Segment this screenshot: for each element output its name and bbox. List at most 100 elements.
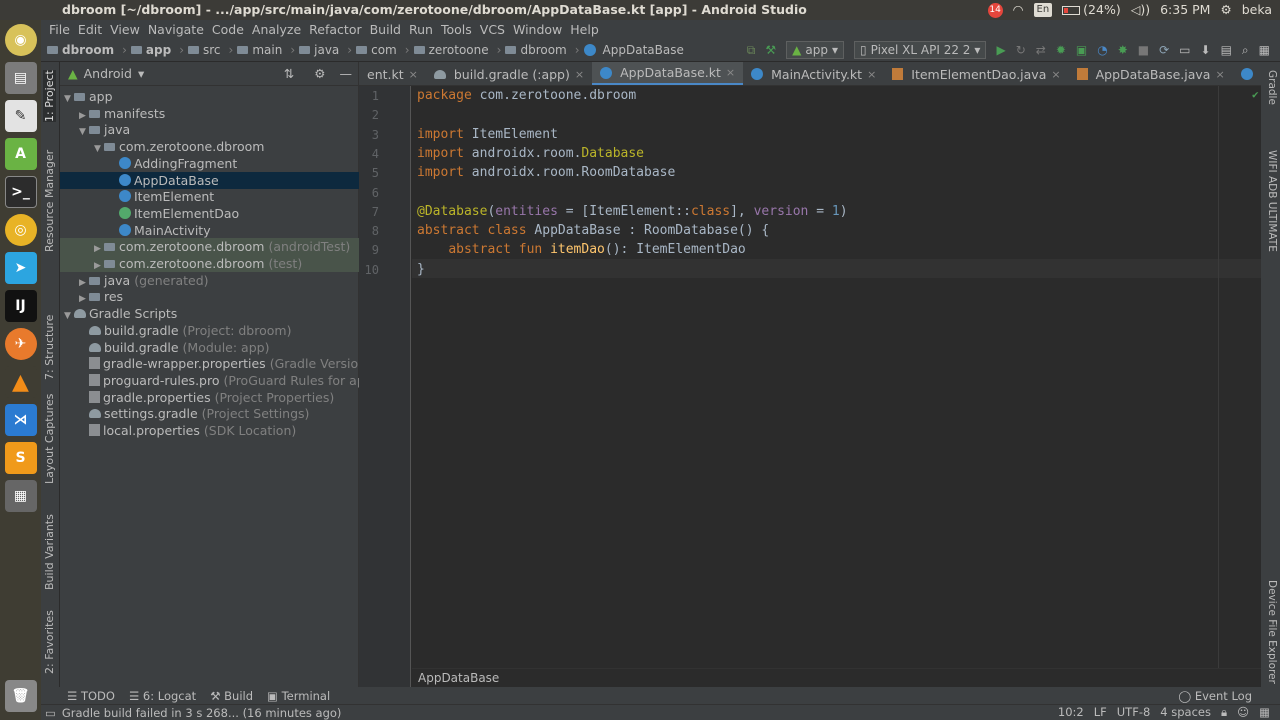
tree-item[interactable]: ▼ java xyxy=(60,121,359,138)
tool-window-device-file-explorer[interactable]: Device File Explorer xyxy=(1266,580,1278,684)
lock-icon[interactable]: 🔒︎ xyxy=(1221,705,1227,720)
tool-window-build[interactable]: ⚒ Build xyxy=(210,689,253,703)
monitor-icon[interactable]: ▦ xyxy=(1259,43,1270,57)
breadcrumb-item[interactable]: com xyxy=(371,43,397,57)
wifi-icon[interactable]: ◠ xyxy=(1013,0,1024,20)
breadcrumb-item[interactable]: AppDataBase xyxy=(603,43,684,57)
notification-badge[interactable]: 14 xyxy=(987,2,1003,18)
tree-item[interactable]: gradle-wrapper.properties (Gradle Version… xyxy=(60,355,371,372)
tool-window-project[interactable]: 1: Project xyxy=(43,70,56,122)
tool-window-terminal[interactable]: ▣ Terminal xyxy=(267,689,330,703)
attach-debugger-icon[interactable]: ✸ xyxy=(1118,43,1128,57)
tool-window-build-variants[interactable]: Build Variants xyxy=(43,514,56,590)
trash-icon[interactable]: 🗑 xyxy=(4,680,37,712)
vscode-icon[interactable]: ⋊ xyxy=(4,404,37,436)
menu-refactor[interactable]: Refactor xyxy=(305,22,365,37)
tree-item[interactable]: ▶ com.zerotoone.dbroom (androidTest) xyxy=(60,238,359,256)
run-icon[interactable]: ▶ xyxy=(996,43,1005,57)
breadcrumb-item[interactable]: dbroom xyxy=(62,43,114,57)
close-icon[interactable]: × xyxy=(726,66,735,79)
tree-item[interactable]: ▶ manifests xyxy=(60,105,359,122)
workspace-switcher-icon[interactable]: ▦ xyxy=(4,480,37,512)
sdk-manager-icon[interactable]: ⬇ xyxy=(1201,43,1211,57)
profile-icon[interactable]: ◔ xyxy=(1097,43,1107,57)
indent-setting[interactable]: 4 spaces xyxy=(1160,705,1211,720)
breadcrumb-item[interactable]: main xyxy=(252,43,282,57)
editor-tab[interactable]: ent.kt × xyxy=(359,62,426,85)
close-icon[interactable]: × xyxy=(867,68,876,81)
editor-tab[interactable]: MainActivity.kt × xyxy=(743,62,884,85)
collapse-all-icon[interactable]: ⇅ xyxy=(284,66,294,81)
tool-window-gradle[interactable]: Gradle xyxy=(1266,70,1278,105)
close-icon[interactable]: × xyxy=(409,68,418,81)
files-icon[interactable]: ▤ xyxy=(4,62,37,94)
device-select[interactable]: ▯ Pixel XL API 22 2 ▾ xyxy=(854,41,987,59)
breadcrumb-item[interactable]: java xyxy=(314,43,339,57)
editor-breadcrumb[interactable]: AppDataBase xyxy=(412,668,1261,687)
chevron-down-icon[interactable]: ▾ xyxy=(138,66,144,81)
editor-tab[interactable]: ItemElementDao.kt× xyxy=(1233,62,1261,85)
keyboard-layout[interactable]: En xyxy=(1033,3,1053,17)
search-icon[interactable]: ⌕ xyxy=(1242,43,1249,58)
memory-icon[interactable]: ▦ xyxy=(1259,705,1270,720)
android-studio-icon[interactable]: A xyxy=(4,138,37,170)
close-icon[interactable]: × xyxy=(575,68,584,81)
stop-icon[interactable]: ■ xyxy=(1138,43,1149,57)
line-separator[interactable]: LF xyxy=(1094,705,1107,720)
file-encoding[interactable]: UTF-8 xyxy=(1117,705,1151,720)
breadcrumb-item[interactable]: src xyxy=(203,43,221,57)
tree-item[interactable]: ▶ java (generated) xyxy=(60,272,359,289)
menu-code[interactable]: Code xyxy=(208,22,248,37)
project-view-select[interactable]: Android xyxy=(84,66,132,81)
editor-tab[interactable]: ItemElementDao.java × xyxy=(884,62,1068,85)
editor-tab[interactable]: build.gradle (:app) × xyxy=(426,62,592,85)
tree-item[interactable]: ▶ res xyxy=(60,288,359,305)
tree-item[interactable]: build.gradle (Project: dbroom) xyxy=(60,322,359,339)
menu-build[interactable]: Build xyxy=(366,22,405,37)
tree-item[interactable]: settings.gradle (Project Settings) xyxy=(60,405,359,422)
tool-window-structure[interactable]: 7: Structure xyxy=(43,315,56,380)
clock[interactable]: 6:35 PM xyxy=(1160,0,1210,20)
chrome-icon[interactable]: ◎ xyxy=(4,214,37,246)
event-log-button[interactable]: ◯ Event Log xyxy=(1178,689,1280,703)
coverage-icon[interactable]: ▣ xyxy=(1076,43,1087,57)
tree-item[interactable]: local.properties (SDK Location) xyxy=(60,422,359,439)
avd-manager-icon[interactable]: ▭ xyxy=(1179,43,1190,57)
tree-item[interactable]: gradle.properties (Project Properties) xyxy=(60,389,359,406)
postman-icon[interactable]: ✈ xyxy=(4,328,37,360)
menu-analyze[interactable]: Analyze xyxy=(248,22,305,37)
text-editor-icon[interactable]: ✎ xyxy=(4,100,37,132)
sync-project-icon[interactable]: ⟳ xyxy=(1159,43,1169,57)
menu-run[interactable]: Run xyxy=(405,22,437,37)
menu-file[interactable]: File xyxy=(45,22,74,37)
close-icon[interactable]: × xyxy=(1051,68,1060,81)
status-message[interactable]: Gradle build failed in 3 s 268... (16 mi… xyxy=(62,706,342,720)
cast-icon[interactable]: ⧉ xyxy=(747,43,756,58)
tool-window-logcat[interactable]: ☰ 6: Logcat xyxy=(129,689,196,703)
user-name[interactable]: beka xyxy=(1242,0,1272,20)
tree-item[interactable]: ▼ Gradle Scripts xyxy=(60,305,359,322)
tree-item[interactable]: AppDataBase xyxy=(60,171,359,189)
apply-code-changes-icon[interactable]: ⇄ xyxy=(1036,43,1046,57)
hammer-icon[interactable]: ⚒ xyxy=(765,43,776,57)
tool-window-todo[interactable]: ☰ TODO xyxy=(67,689,115,703)
layout-inspector-icon[interactable]: ▤ xyxy=(1221,43,1232,57)
sublime-icon[interactable]: S xyxy=(4,442,37,474)
tool-window-wifi-adb[interactable]: WIFI ADB ULTIMATE xyxy=(1266,150,1278,252)
tree-item[interactable]: ▼ com.zerotoone.dbroom xyxy=(60,138,359,155)
breadcrumb-item[interactable]: dbroom xyxy=(520,43,566,57)
caret-position[interactable]: 10:2 xyxy=(1058,705,1084,720)
volume-icon[interactable]: ◁)) xyxy=(1131,0,1150,20)
tool-window-resource-manager[interactable]: Resource Manager xyxy=(43,150,56,252)
tree-item[interactable]: ItemElement xyxy=(60,188,359,205)
menu-edit[interactable]: Edit xyxy=(74,22,106,37)
gear-icon[interactable]: ⚙ xyxy=(300,66,333,81)
run-config-select[interactable]: ▲ app ▾ xyxy=(786,41,844,59)
menu-vcs[interactable]: VCS xyxy=(476,22,509,37)
hector-icon[interactable]: ☺ xyxy=(1237,705,1249,720)
editor-tab[interactable]: AppDataBase.kt × xyxy=(592,62,744,85)
battery-indicator[interactable]: (24%) xyxy=(1062,0,1121,20)
tree-item[interactable]: AddingFragment xyxy=(60,155,359,172)
terminal-icon[interactable]: >_ xyxy=(4,176,37,208)
vlc-icon[interactable]: ▲ xyxy=(4,366,37,398)
